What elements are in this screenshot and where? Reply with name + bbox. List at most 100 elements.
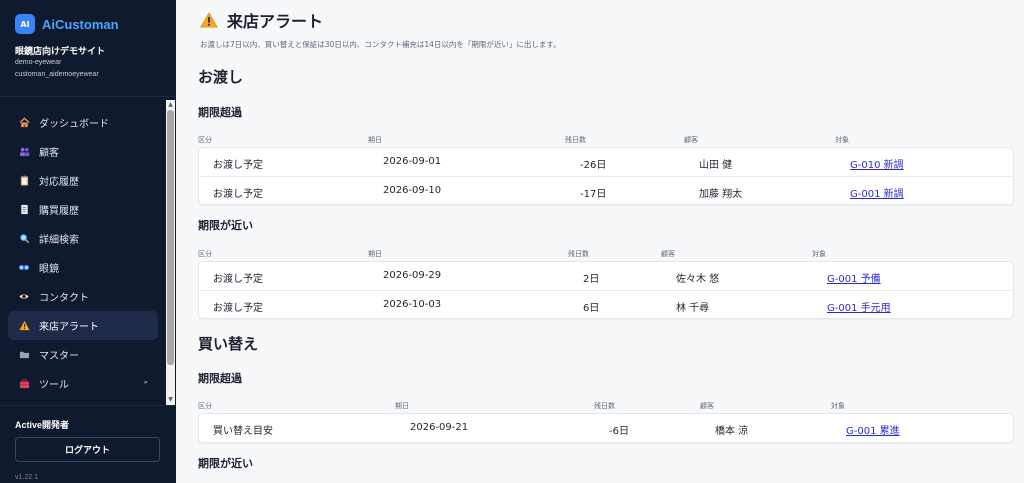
sidebar-item-master[interactable]: マスター [8,340,158,369]
subsection-title-overdue: 期限超過 [198,372,242,385]
site-name: 眼鏡店向けデモサイト [15,47,106,57]
table-body: 買い替え目安 2026-09-21 -6日 橋本 涼 G-001 累進 [198,413,1014,443]
sidebar-item-dashboard[interactable]: ダッシュボード [8,108,158,137]
sidebar-item-label: 詳細検索 [39,235,79,246]
sidebar-item-label: ダッシュボード [39,119,109,130]
sidebar-item-label: ツール [39,380,69,391]
site-id: demo-eyewear [15,59,62,66]
subsection-title-upcoming: 期限が近い [198,457,253,470]
page-description: お渡しは7日以内、買い替えと保証は30日以内、コンタクト補充は14日以内を「期限… [200,40,561,49]
column-header-target: 対象 [812,250,826,258]
column-header-days-left: 残日数 [568,250,589,258]
column-header-customer: 顧客 [700,402,714,410]
column-header-due-date: 期日 [368,136,382,144]
section-title-handover: お渡し [198,68,244,86]
sidebar-item-label: 購買履歴 [39,206,79,217]
table-row: 買い替え目安 2026-09-21 -6日 橋本 涼 G-001 累進 [199,414,1013,442]
glasses-icon [18,262,30,274]
sidebar-item-contacts[interactable]: コンタクト [8,282,158,311]
chevron-right-icon: ▸ [144,378,148,386]
subsection-title-overdue: 期限超過 [198,106,242,119]
target-link[interactable]: G-001 予備 [827,270,881,285]
page-header: 来店アラート [200,8,323,32]
magnifier-icon [18,233,30,245]
eye-icon [18,291,30,303]
column-header-target: 対象 [831,402,845,410]
table-header: 区分 期日 残日数 顧客 対象 [198,134,1014,147]
target-link[interactable]: G-001 手元用 [827,299,891,314]
sidebar-item-tools[interactable]: ツール ▸ [8,369,158,398]
toolbox-icon [18,378,30,390]
scroll-down-icon[interactable]: ▼ [166,395,175,405]
column-header-type: 区分 [198,136,212,144]
sidebar: AI AiCustoman 眼鏡店向けデモサイト demo-eyewear cu… [0,0,176,483]
warning-icon [200,12,218,28]
sidebar-item-customers[interactable]: 顧客 [8,137,158,166]
cell-customer: 山田 健 [699,160,733,171]
brand-name: AiCustoman [42,16,119,32]
user-label: Active開発者 [15,420,70,430]
column-header-customer: 顧客 [684,136,698,144]
sidebar-divider [0,96,176,97]
receipt-icon [18,204,30,216]
target-link[interactable]: G-001 累進 [846,422,900,437]
house-icon [18,117,30,129]
sidebar-item-glasses[interactable]: 眼鏡 [8,253,158,282]
column-header-due-date: 期日 [368,250,382,258]
target-link[interactable]: G-010 新調 [850,156,904,171]
column-header-days-left: 残日数 [594,402,615,410]
column-header-due-date: 期日 [395,402,409,410]
cell-days-left: 2日 [583,274,600,285]
table-row: お渡し予定 2026-09-01 -26日 山田 健 G-010 新調 [199,148,1013,176]
cell-type: 買い替え目安 [213,426,273,437]
cell-due-date: 2026-10-03 [383,299,442,310]
cell-customer: 佐々木 悠 [676,274,720,285]
column-header-type: 区分 [198,250,212,258]
logout-button[interactable]: ログアウト [15,437,160,462]
scroll-up-icon[interactable]: ▲ [166,100,175,110]
warning-icon [18,320,30,332]
scrollbar-thumb[interactable] [167,110,174,365]
site-account: customan_aidemoeyewear [15,71,99,78]
cell-customer: 加藤 翔太 [699,189,743,200]
section-title-replacement: 買い替え [198,335,259,353]
brand-logo: AI [15,14,35,34]
cell-type: お渡し予定 [213,160,263,171]
cell-days-left: -17日 [580,189,607,200]
table-body: お渡し予定 2026-09-29 2日 佐々木 悠 G-001 予備 お渡し予定… [198,261,1014,319]
sidebar-item-support-history[interactable]: 対応履歴 [8,166,158,195]
folder-icon [18,349,30,361]
version-label: v1.22.1 [15,474,38,481]
table-header: 区分 期日 残日数 顧客 対象 [198,400,1014,413]
sidebar-item-label: 顧客 [39,148,59,159]
sidebar-scrollbar[interactable]: ▲ ▼ [166,100,175,405]
table-row: お渡し予定 2026-09-29 2日 佐々木 悠 G-001 予備 [199,262,1013,290]
column-header-customer: 顧客 [661,250,675,258]
page-title: 来店アラート [227,12,324,31]
cell-days-left: -26日 [580,160,607,171]
sidebar-item-label: 眼鏡 [39,264,59,275]
column-header-target: 対象 [835,136,849,144]
cell-due-date: 2026-09-01 [383,156,442,167]
sidebar-footer: Active開発者 ログアウト v1.22.1 [0,405,176,483]
handover-upcoming-table: 区分 期日 残日数 顧客 対象 お渡し予定 2026-09-29 2日 佐々木 … [198,248,1014,319]
main-content: 来店アラート お渡しは7日以内、買い替えと保証は30日以内、コンタクト補充は14… [176,0,1024,483]
cell-days-left: 6日 [583,303,600,314]
cell-type: お渡し予定 [213,189,263,200]
sidebar-item-advanced-search[interactable]: 詳細検索 [8,224,158,253]
target-link[interactable]: G-001 新調 [850,185,904,200]
sidebar-item-purchase-history[interactable]: 購買履歴 [8,195,158,224]
sidebar-item-label: 来店アラート [39,322,99,333]
cell-due-date: 2026-09-10 [383,185,442,196]
sidebar-item-label: マスター [39,351,79,362]
clipboard-icon [18,175,30,187]
replacement-overdue-table: 区分 期日 残日数 顧客 対象 買い替え目安 2026-09-21 -6日 橋本… [198,400,1014,443]
sidebar-item-label: コンタクト [39,293,89,304]
cell-due-date: 2026-09-29 [383,270,442,281]
people-icon [18,146,30,158]
column-header-type: 区分 [198,402,212,410]
handover-overdue-table: 区分 期日 残日数 顧客 対象 お渡し予定 2026-09-01 -26日 山田… [198,134,1014,205]
brand[interactable]: AI AiCustoman [15,14,119,34]
sidebar-item-visit-alerts[interactable]: 来店アラート [8,311,158,340]
column-header-days-left: 残日数 [565,136,586,144]
